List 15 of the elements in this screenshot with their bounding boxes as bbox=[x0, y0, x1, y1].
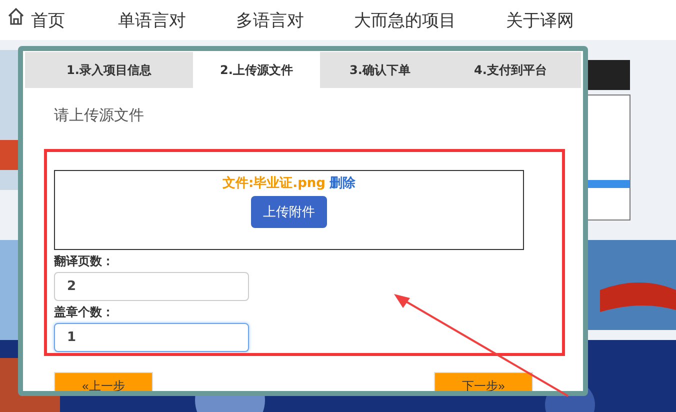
input-field[interactable]: 2 bbox=[54, 272, 249, 301]
file-name: 文件:毕业证.png bbox=[222, 174, 326, 192]
nav-link[interactable]: 首页 bbox=[31, 8, 65, 32]
section-heading: 请上传源文件 bbox=[54, 106, 144, 125]
nav-link[interactable]: 单语言对 bbox=[118, 8, 186, 32]
input-field[interactable]: 1 bbox=[54, 323, 249, 352]
home-icon[interactable] bbox=[8, 7, 24, 25]
nav-link[interactable]: 多语言对 bbox=[236, 8, 304, 32]
field-label: 盖章个数： bbox=[54, 304, 114, 321]
delete-link[interactable]: 删除 bbox=[330, 174, 356, 192]
field-label: 翻译页数： bbox=[54, 253, 114, 270]
nav-link[interactable]: 关于译网 bbox=[506, 8, 574, 32]
step-tab[interactable]: 2.上传源文件 bbox=[193, 52, 320, 88]
nav-link[interactable]: 大而急的项目 bbox=[354, 8, 456, 32]
upload-button[interactable]: 上传附件 bbox=[251, 196, 327, 228]
